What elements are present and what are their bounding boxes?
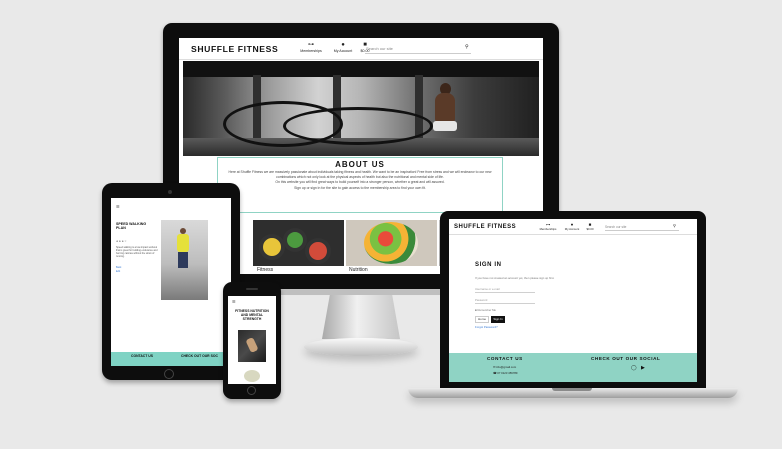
menu-icon[interactable]: ☰ — [116, 204, 120, 209]
card-label-nutrition[interactable]: Nutrition — [349, 267, 368, 273]
dumbbell-icon: ⊶ — [308, 42, 314, 48]
camera-icon — [168, 190, 172, 194]
phone-device: ☰ FITNESS NUTRITION AND MENTAL STRENGTH — [223, 282, 281, 399]
home-button[interactable] — [247, 386, 256, 395]
nav-memberships[interactable]: ⊶ Memberships — [537, 222, 559, 231]
remember-me-label: Remember Me — [477, 308, 496, 312]
plan-image — [161, 220, 208, 300]
tablet-device: ☰ SPEED WALKING PLAN ★ ★ ★ ☆ Speed walki… — [102, 183, 240, 380]
nav-my-account[interactable]: ● My Account — [561, 222, 583, 231]
footer-phone[interactable]: ☎ 07 0123 456789 — [493, 371, 517, 375]
phone-hero-image — [238, 330, 266, 362]
hero-image — [183, 61, 539, 156]
monitor-foot — [304, 338, 418, 356]
search-input[interactable]: Search our site — [365, 44, 471, 54]
nav-label: Memberships — [539, 227, 557, 231]
footer-email[interactable]: ✉ info@gmail.com — [493, 365, 516, 369]
username-field[interactable]: Username or e-mail — [475, 285, 535, 293]
instagram-icon[interactable]: ◯ — [631, 365, 637, 371]
signin-intro: If you have not created an account yet, … — [475, 276, 555, 280]
site-logo[interactable]: SHUFFLE FITNESS — [191, 44, 278, 54]
tablet-screen: ☰ SPEED WALKING PLAN ★ ★ ★ ☆ Speed walki… — [111, 198, 231, 366]
back-link[interactable]: Back — [116, 266, 160, 269]
nav-cart[interactable]: ■ $0.00 — [581, 222, 599, 231]
site-header: SHUFFLE FITNESS ⊶ Memberships ● My Accou… — [449, 219, 697, 235]
edit-link[interactable]: Edit — [116, 270, 160, 273]
about-paragraph: Here at Shuffle Fitness we are massively… — [228, 170, 492, 179]
youtube-icon[interactable]: ▶ — [641, 365, 645, 371]
search-icon[interactable]: ⚲ — [465, 44, 469, 50]
laptop-device: SHUFFLE FITNESS ⊶ Memberships ● My Accou… — [440, 211, 706, 389]
site-footer: CONTACT US ✉ info@gmail.com ☎ 07 0123 45… — [449, 353, 697, 382]
footer-social-title: CHECK OUT OUR SOCIAL — [591, 356, 661, 361]
footer-contact-title: CONTACT US — [487, 356, 523, 361]
home-button[interactable]: Home — [475, 316, 489, 323]
card-image-weights[interactable] — [253, 220, 344, 266]
home-button[interactable] — [164, 369, 174, 379]
nav-label: Memberships — [300, 49, 322, 53]
phone-page-title: FITNESS NUTRITION AND MENTAL STRENGTH — [235, 309, 269, 322]
laptop-notch — [552, 388, 592, 391]
about-section: ABOUT US Here at Shuffle Fitness we are … — [217, 157, 503, 213]
site-header: SHUFFLE FITNESS ⊶ Memberships ● My Accou… — [179, 38, 543, 60]
speaker-icon — [246, 288, 258, 290]
sign-in-button[interactable]: Sign In — [491, 316, 505, 323]
tablet-footer: CONTACT US CHECK OUT OUR SOC — [111, 352, 231, 366]
site-logo[interactable]: SHUFFLE FITNESS — [454, 224, 516, 230]
plan-rating: ★ ★ ★ ☆ — [116, 240, 127, 243]
about-title: ABOUT US — [335, 160, 385, 169]
nav-memberships[interactable]: ⊶ Memberships — [297, 42, 325, 53]
about-paragraph: Sign up or sign in for the site to gain … — [294, 185, 426, 190]
footer-social-title: CHECK OUT OUR SOC — [181, 354, 218, 358]
phone-secondary-image — [244, 370, 260, 382]
plan-title: SPEED WALKING PLAN — [116, 222, 147, 231]
card-label-fitness[interactable]: Fitness — [257, 267, 273, 273]
nav-label: My Account — [564, 227, 580, 231]
plan-description: Speed walking is a low-impact workout th… — [116, 246, 158, 258]
monitor-stand — [322, 295, 400, 339]
phone-screen: ☰ FITNESS NUTRITION AND MENTAL STRENGTH — [228, 296, 276, 384]
password-field[interactable]: Password — [475, 296, 535, 304]
card-image-nutrition[interactable] — [346, 220, 437, 266]
forgot-password-link[interactable]: Forgot Password? — [475, 325, 498, 329]
search-icon[interactable]: ⚲ — [673, 223, 676, 228]
footer-contact-title: CONTACT US — [131, 354, 153, 358]
search-input[interactable]: Search our site — [605, 223, 679, 231]
laptop-screen: SHUFFLE FITNESS ⊶ Memberships ● My Accou… — [449, 219, 697, 382]
remember-me-checkbox[interactable]: ■ Remember Me — [475, 308, 496, 312]
nav-label: $0.00 — [586, 227, 594, 231]
signin-title: SIGN IN — [475, 262, 502, 268]
menu-icon[interactable]: ☰ — [232, 299, 236, 304]
